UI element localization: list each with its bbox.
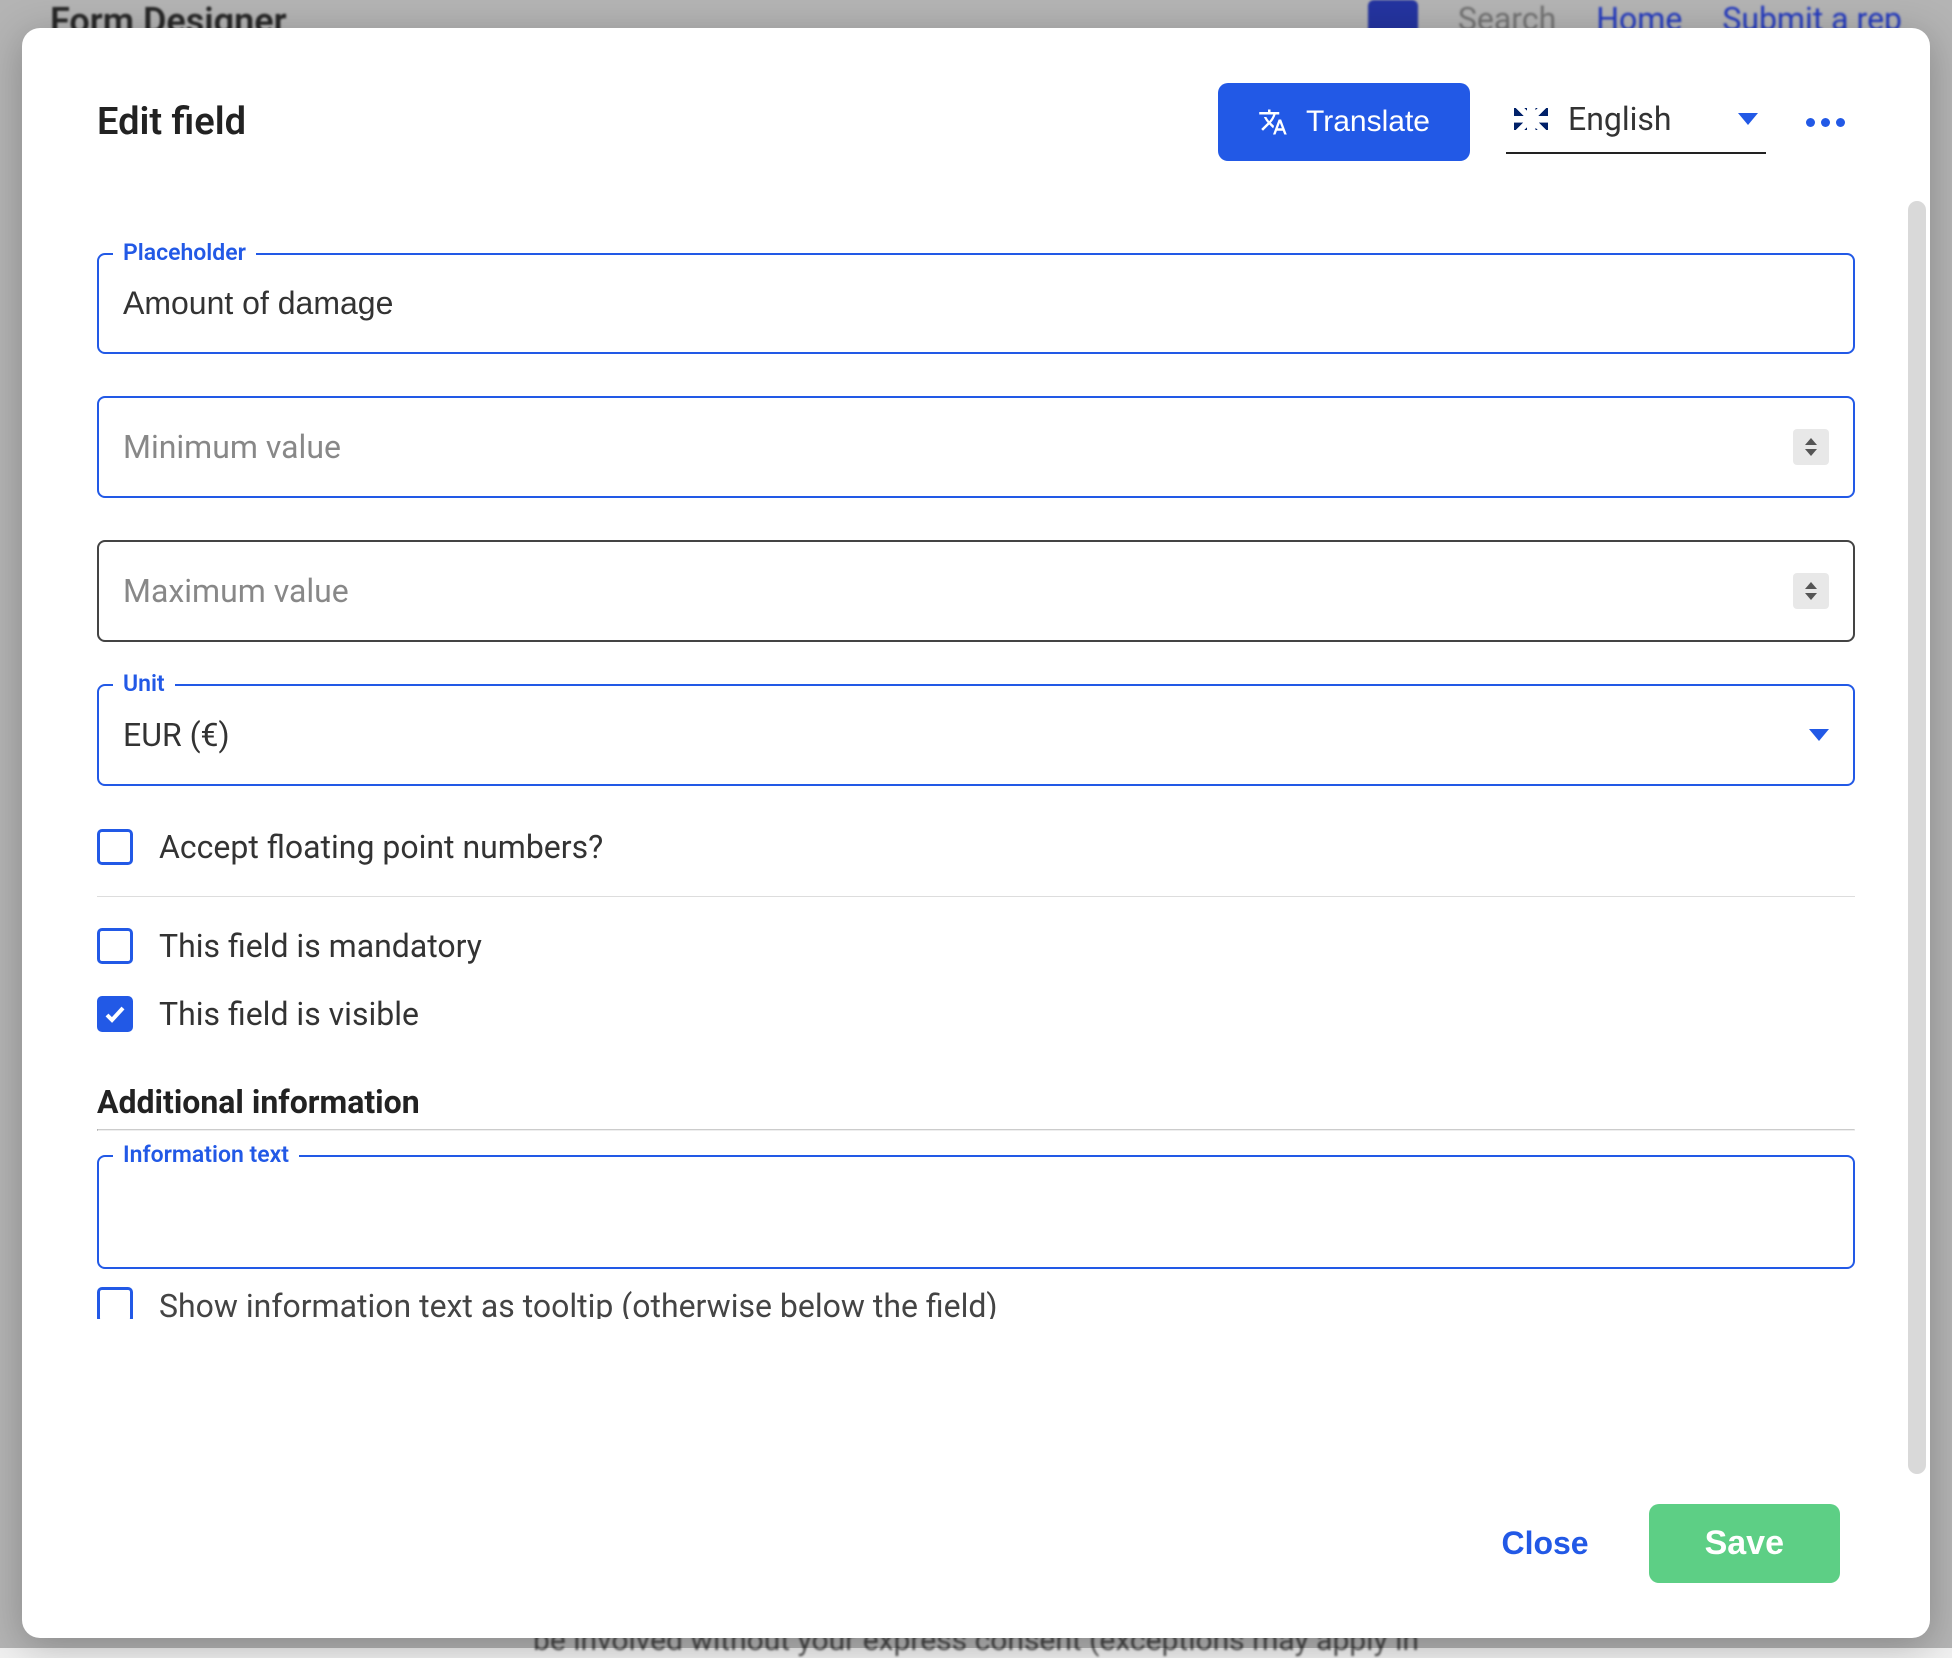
additional-info-title: Additional information — [97, 1083, 1855, 1121]
modal-title: Edit field — [97, 100, 246, 144]
floating-point-label: Accept floating point numbers? — [159, 828, 603, 866]
visible-checkbox[interactable] — [97, 996, 133, 1032]
modal-body: Placeholder Minimum value Maximum value … — [22, 201, 1930, 1474]
tooltip-label: Show information text as tooltip (otherw… — [159, 1287, 998, 1319]
placeholder-field: Placeholder — [97, 253, 1855, 354]
chevron-down-icon — [1809, 729, 1829, 741]
flag-icon — [1514, 108, 1548, 130]
unit-select[interactable]: EUR (€) — [97, 684, 1855, 786]
floating-point-checkbox[interactable] — [97, 829, 133, 865]
minimum-stepper[interactable] — [1793, 429, 1829, 465]
info-text-input[interactable] — [97, 1155, 1855, 1269]
modal-footer: Close Save — [22, 1474, 1930, 1638]
maximum-placeholder-text: Maximum value — [123, 572, 1793, 610]
placeholder-label: Placeholder — [113, 239, 256, 266]
minimum-placeholder-text: Minimum value — [123, 428, 1793, 466]
more-options-button[interactable] — [1796, 108, 1855, 137]
language-label: English — [1568, 100, 1708, 138]
unit-field: Unit EUR (€) — [97, 684, 1855, 786]
visible-row: This field is visible — [97, 995, 1855, 1033]
chevron-down-icon — [1738, 113, 1758, 125]
mandatory-checkbox[interactable] — [97, 928, 133, 964]
tooltip-checkbox[interactable] — [97, 1287, 133, 1319]
section-divider — [97, 1129, 1855, 1131]
floating-point-row: Accept floating point numbers? — [97, 828, 1855, 866]
maximum-stepper[interactable] — [1793, 573, 1829, 609]
info-text-label: Information text — [113, 1141, 299, 1168]
visible-label: This field is visible — [159, 995, 419, 1033]
translate-icon — [1258, 107, 1288, 137]
translate-button[interactable]: Translate — [1218, 83, 1470, 161]
check-icon — [103, 1002, 127, 1026]
minimum-value-field: Minimum value — [97, 396, 1855, 498]
divider — [97, 896, 1855, 897]
maximum-value-field: Maximum value — [97, 540, 1855, 642]
unit-value: EUR (€) — [123, 716, 1809, 754]
modal-header: Edit field Translate English — [22, 28, 1930, 201]
scrollbar[interactable] — [1908, 201, 1926, 1474]
info-text-field: Information text — [97, 1155, 1855, 1273]
close-button[interactable]: Close — [1501, 1525, 1588, 1562]
language-select[interactable]: English — [1506, 90, 1766, 154]
edit-field-modal: Edit field Translate English Placeholder — [22, 28, 1930, 1638]
unit-label: Unit — [113, 670, 175, 697]
mandatory-label: This field is mandatory — [159, 927, 482, 965]
mandatory-row: This field is mandatory — [97, 927, 1855, 965]
tooltip-row: Show information text as tooltip (otherw… — [97, 1287, 1855, 1319]
translate-button-label: Translate — [1306, 105, 1430, 139]
placeholder-input[interactable] — [123, 285, 1829, 322]
save-button[interactable]: Save — [1649, 1504, 1840, 1583]
